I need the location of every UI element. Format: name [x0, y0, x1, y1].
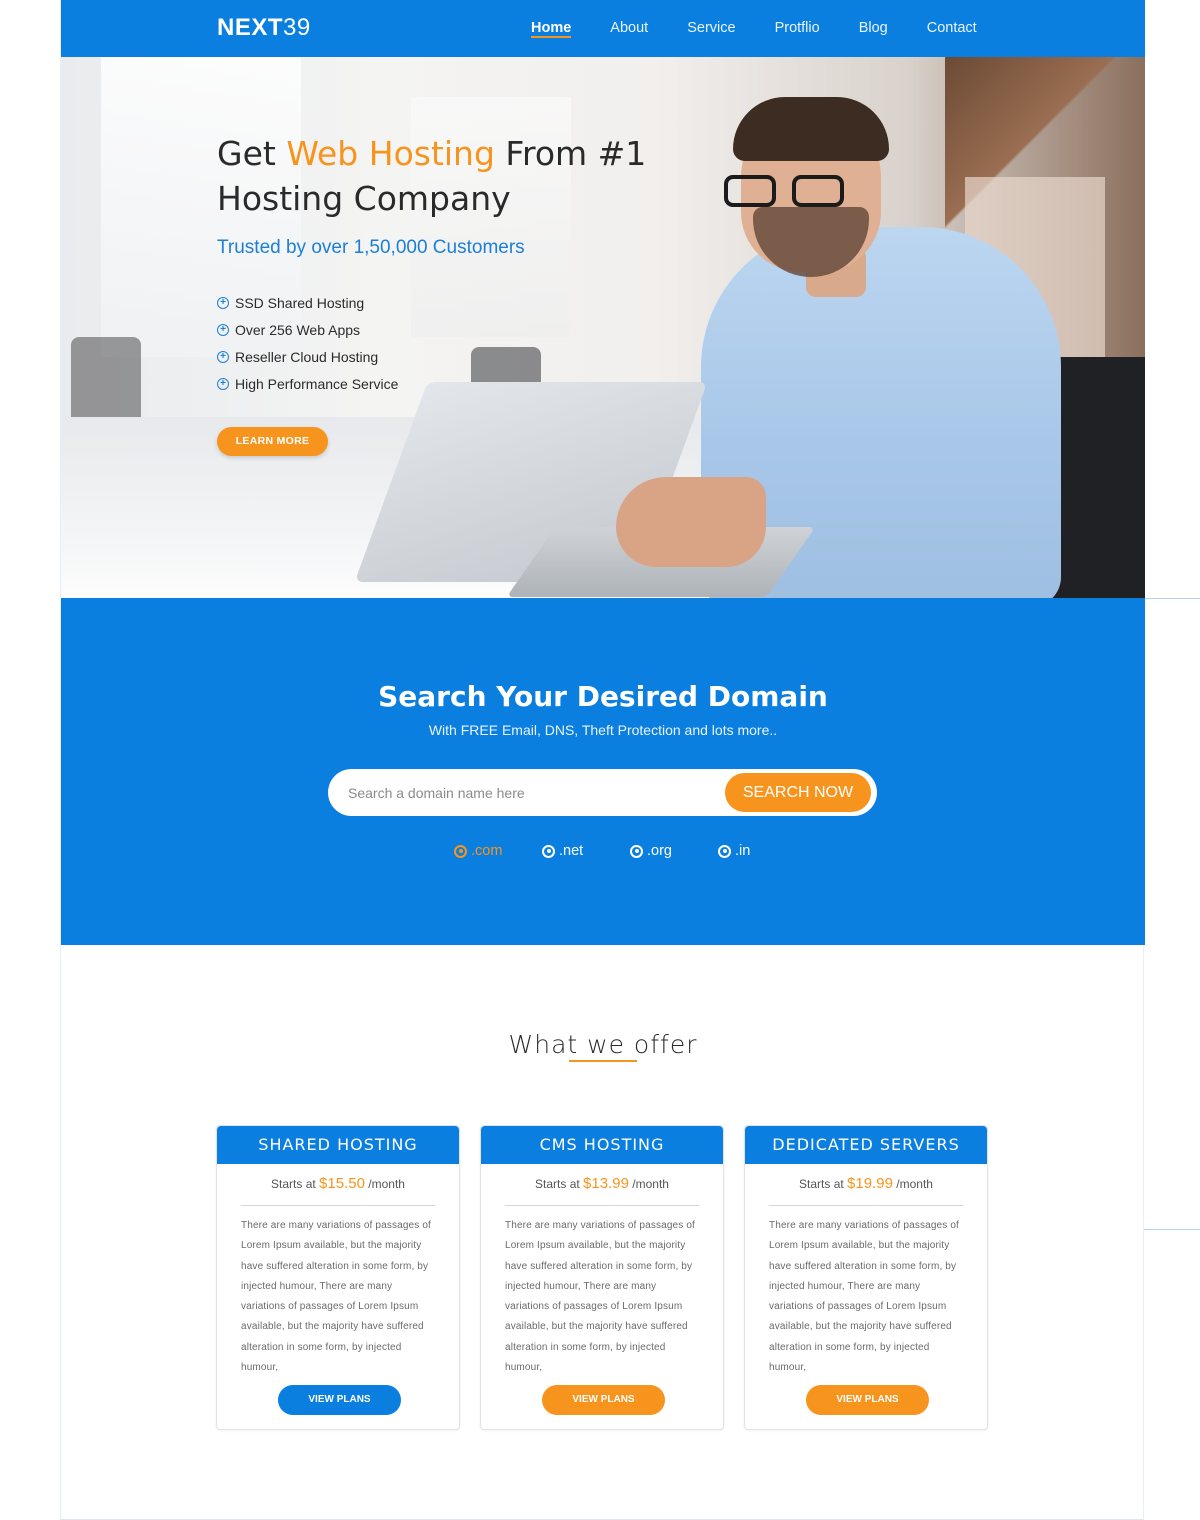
price-prefix: Starts at: [799, 1177, 844, 1191]
nav-portfolio[interactable]: Protflio: [775, 0, 820, 57]
price-period: /month: [368, 1177, 405, 1191]
plan-name: CMS HOSTING: [481, 1126, 723, 1164]
view-plans-button[interactable]: VIEW PLANS: [806, 1385, 929, 1415]
nav-about[interactable]: About: [610, 0, 648, 57]
main-menu: Home About Service Protflio Blog Contact: [531, 0, 977, 57]
decor-line: [1144, 1229, 1200, 1230]
feature-list: + SSD Shared Hosting + Over 256 Web Apps +…: [217, 289, 677, 397]
radio-icon: [542, 844, 555, 858]
tld-option-com[interactable]: .com: [454, 843, 542, 859]
domain-subtitle: With FREE Email, DNS, Theft Protection a…: [428, 722, 778, 738]
price-prefix: Starts at: [535, 1177, 580, 1191]
radio-icon: [718, 844, 731, 858]
nav-contact[interactable]: Contact: [927, 0, 977, 57]
tld-label: .in: [735, 843, 751, 859]
plus-circle-icon: +: [217, 377, 229, 390]
photo-hand: [616, 477, 766, 567]
plan-price: Starts at $15.50 /month: [217, 1173, 459, 1197]
card-divider: [505, 1205, 699, 1206]
plan-card-cms: CMS HOSTING Starts at $13.99 /month Ther…: [480, 1125, 724, 1430]
tld-label: .net: [559, 843, 584, 859]
price-amount: $13.99: [583, 1175, 629, 1192]
radio-selected-icon: [454, 844, 467, 858]
plan-price: Starts at $13.99 /month: [481, 1173, 723, 1197]
feature-item: + Over 256 Web Apps: [217, 316, 677, 343]
feature-item: + SSD Shared Hosting: [217, 289, 677, 316]
search-now-button[interactable]: SEARCH NOW: [725, 773, 871, 812]
plan-name: SHARED HOSTING: [217, 1126, 459, 1164]
plan-name: DEDICATED SERVERS: [745, 1126, 987, 1164]
top-navbar: NEXT39 Home About Service Protflio Blog …: [61, 0, 1145, 57]
feature-item: + High Performance Service: [217, 370, 677, 397]
plus-circle-icon: +: [217, 323, 229, 336]
photo-person-hair: [733, 97, 889, 161]
domain-search-bar: SEARCH NOW: [328, 769, 877, 816]
plan-price: Starts at $19.99 /month: [745, 1173, 987, 1197]
hero-subtitle: Trusted by over 1,50,000 Customers: [217, 237, 525, 258]
photo-glasses: [724, 175, 854, 209]
site-canvas: NEXT39 Home About Service Protflio Blog …: [60, 0, 1145, 1520]
plus-circle-icon: +: [217, 296, 229, 309]
price-period: /month: [632, 1177, 669, 1191]
plan-description: There are many variations of passages of…: [241, 1220, 431, 1374]
tld-label: .org: [647, 843, 672, 859]
feature-label: SSD Shared Hosting: [235, 294, 365, 311]
tld-option-org[interactable]: .org: [630, 843, 718, 859]
hero-section: Get Web Hosting From #1 Hosting Company …: [61, 57, 1145, 598]
tld-options: .com .net .org .in: [454, 843, 806, 859]
logo-bold: NEXT: [217, 14, 284, 41]
hero-copy: Get Web Hosting From #1 Hosting Company …: [217, 131, 677, 397]
tld-option-in[interactable]: .in: [718, 843, 806, 859]
price-amount: $15.50: [319, 1175, 365, 1192]
plan-description: There are many variations of passages of…: [769, 1220, 959, 1374]
hero-title-highlight: Web Hosting: [286, 134, 495, 173]
price-prefix: Starts at: [271, 1177, 316, 1191]
hero-title-pre: Get: [217, 134, 287, 173]
card-divider: [241, 1205, 435, 1206]
feature-label: Over 256 Web Apps: [235, 321, 361, 338]
feature-label: Reseller Cloud Hosting: [235, 348, 379, 365]
title-underline: [569, 1060, 637, 1062]
learn-more-button[interactable]: LEARN MORE: [217, 427, 328, 456]
tld-option-net[interactable]: .net: [542, 843, 630, 859]
page: NEXT39 Home About Service Protflio Blog …: [0, 0, 1200, 1520]
plus-circle-icon: +: [217, 350, 229, 363]
view-plans-button[interactable]: VIEW PLANS: [542, 1385, 665, 1415]
radio-icon: [630, 844, 643, 858]
plan-card-shared: SHARED HOSTING Starts at $15.50 /month T…: [216, 1125, 460, 1430]
nav-home[interactable]: Home: [531, 0, 572, 57]
plan-description: There are many variations of passages of…: [505, 1220, 695, 1374]
view-plans-button[interactable]: VIEW PLANS: [278, 1385, 401, 1415]
card-divider: [769, 1205, 963, 1206]
feature-label: High Performance Service: [235, 375, 399, 392]
site-logo[interactable]: NEXT39: [217, 14, 311, 42]
nav-blog[interactable]: Blog: [859, 0, 888, 57]
logo-light: 39: [283, 14, 311, 41]
plan-card-dedicated: DEDICATED SERVERS Starts at $19.99 /mont…: [744, 1125, 988, 1430]
price-amount: $19.99: [847, 1175, 893, 1192]
nav-service[interactable]: Service: [687, 0, 735, 57]
hero-title: Get Web Hosting From #1 Hosting Company: [217, 131, 677, 221]
tld-label: .com: [471, 843, 503, 859]
offer-title: What we offer: [508, 1030, 698, 1059]
price-period: /month: [896, 1177, 933, 1191]
feature-item: + Reseller Cloud Hosting: [217, 343, 677, 370]
domain-search-input[interactable]: [348, 782, 708, 804]
domain-search-section: Search Your Desired Domain With FREE Ema…: [61, 598, 1145, 945]
domain-title: Search Your Desired Domain: [378, 680, 828, 713]
decor-line: [1144, 598, 1200, 599]
